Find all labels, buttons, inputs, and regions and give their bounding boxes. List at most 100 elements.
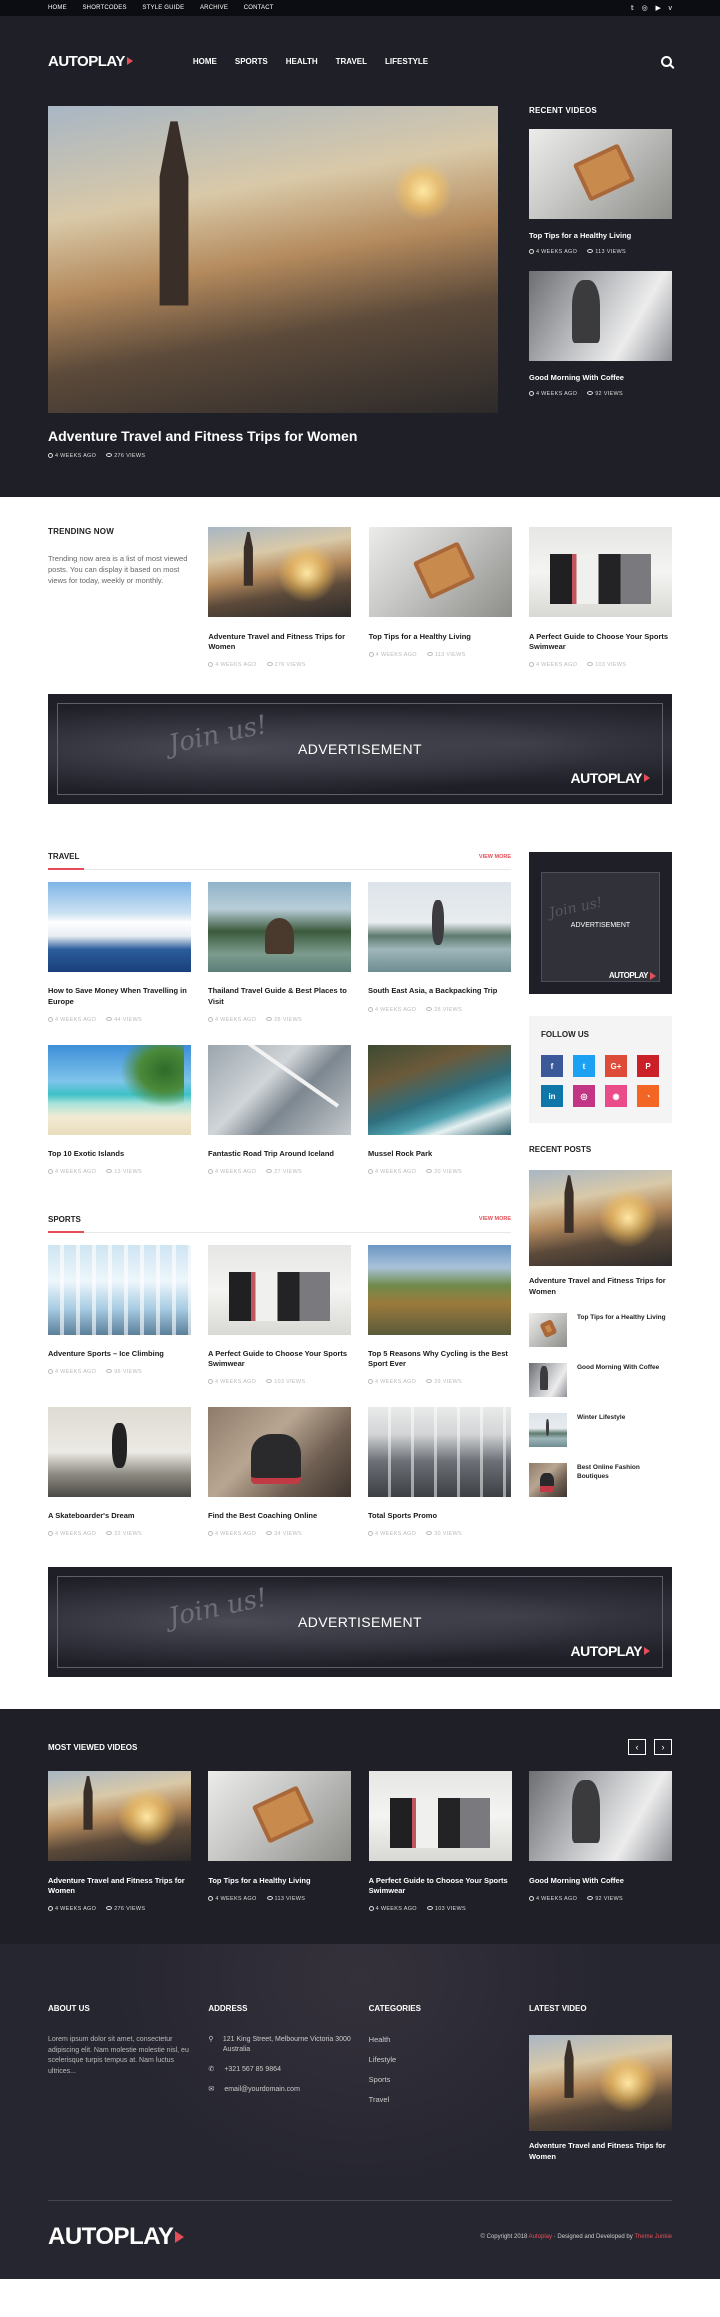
recent-post-item[interactable]: Top Tips for a Healthy Living	[529, 1312, 672, 1347]
card-image[interactable]	[368, 1044, 511, 1135]
recent-featured-title[interactable]: Adventure Travel and Fitness Trips for W…	[529, 1276, 672, 1296]
card-title[interactable]: Thailand Travel Guide & Best Places to V…	[208, 986, 351, 1006]
card-title[interactable]: Top 5 Reasons Why Cycling is the Best Sp…	[368, 1349, 511, 1369]
card-title[interactable]: Find the Best Coaching Online	[208, 1511, 351, 1521]
card-image[interactable]	[368, 1244, 511, 1335]
nav-lifestyle[interactable]: LIFESTYLE	[385, 57, 428, 66]
advertisement-banner[interactable]: Join us! ADVERTISEMENT AUTOPLAY	[48, 694, 672, 805]
category-link-lifestyle[interactable]: Lifestyle	[369, 2055, 512, 2064]
card-title[interactable]: Good Morning With Coffee	[529, 1876, 672, 1886]
recent-post-item[interactable]: Best Online Fashion Boutiques	[529, 1462, 672, 1497]
nav-sports[interactable]: SPORTS	[235, 57, 268, 66]
footer-logo[interactable]: AUTOPLAY	[48, 2223, 185, 2251]
view-more-link[interactable]: VIEW MORE	[479, 1216, 511, 1222]
nav-health[interactable]: HEALTH	[286, 57, 318, 66]
card-image[interactable]	[208, 1044, 351, 1135]
recent-post-item[interactable]: Good Morning With Coffee	[529, 1362, 672, 1397]
dribbble-icon[interactable]: ◉	[605, 1085, 627, 1108]
twitter-icon[interactable]: t	[573, 1055, 595, 1078]
next-arrow-icon[interactable]: ›	[654, 1739, 672, 1756]
video-thumbnail[interactable]	[529, 129, 672, 219]
card-title[interactable]: Mussel Rock Park	[368, 1149, 511, 1159]
instagram-icon[interactable]: ◎	[573, 1085, 595, 1108]
card-title[interactable]: A Perfect Guide to Choose Your Sports Sw…	[208, 1349, 351, 1369]
card-image[interactable]	[208, 1244, 351, 1335]
card-title[interactable]: A Perfect Guide to Choose Your Sports Sw…	[369, 1876, 512, 1896]
card-image[interactable]	[48, 1244, 191, 1335]
card-image[interactable]	[208, 1407, 351, 1498]
top-nav-home[interactable]: HOME	[48, 5, 67, 11]
card-image[interactable]	[368, 527, 512, 618]
card-title[interactable]: Top Tips for a Healthy Living	[369, 632, 512, 642]
card-title[interactable]: Fantastic Road Trip Around Iceland	[208, 1149, 351, 1159]
hero-image[interactable]	[48, 106, 498, 413]
vimeo-icon[interactable]: v	[669, 5, 673, 12]
card-image[interactable]	[48, 1407, 191, 1498]
card-image[interactable]	[48, 1771, 191, 1862]
instagram-icon[interactable]: ◎	[642, 5, 648, 12]
facebook-icon[interactable]: f	[541, 1055, 563, 1078]
card-image[interactable]	[48, 1044, 191, 1135]
recent-post-item[interactable]: Winter Lifestyle	[529, 1412, 672, 1447]
card-image[interactable]	[528, 1771, 672, 1862]
recent-featured-image[interactable]	[529, 1170, 672, 1267]
card-image[interactable]	[368, 1771, 512, 1862]
video-title[interactable]: Top Tips for a Healthy Living	[529, 231, 672, 241]
linkedin-icon[interactable]: in	[541, 1085, 563, 1108]
search-icon[interactable]	[661, 55, 672, 67]
youtube-icon[interactable]: ▶	[655, 5, 660, 12]
card-image[interactable]	[208, 527, 352, 618]
video-title[interactable]: Good Morning With Coffee	[529, 373, 672, 383]
brand-link[interactable]: Autoplay	[529, 2234, 552, 2240]
hero-title[interactable]: Adventure Travel and Fitness Trips for W…	[48, 427, 498, 445]
card-title[interactable]: How to Save Money When Travelling in Eur…	[48, 986, 191, 1006]
latest-video-title[interactable]: Adventure Travel and Fitness Trips for W…	[529, 2141, 672, 2161]
card-image[interactable]	[528, 527, 672, 618]
twitter-icon[interactable]: 𝕥	[631, 5, 634, 12]
view-more-link[interactable]: VIEW MORE	[479, 854, 511, 860]
recent-thumb[interactable]	[529, 1312, 567, 1347]
card-image[interactable]	[208, 882, 351, 973]
top-nav-shortcodes[interactable]: SHORTCODES	[82, 5, 126, 11]
recent-thumb[interactable]	[529, 1362, 567, 1397]
card-image[interactable]	[368, 882, 511, 973]
recent-post-title[interactable]: Winter Lifestyle	[577, 1413, 625, 1422]
card-title[interactable]: Adventure Travel and Fitness Trips for W…	[48, 1876, 191, 1896]
recent-post-title[interactable]: Top Tips for a Healthy Living	[577, 1313, 666, 1322]
card-image[interactable]	[368, 1407, 511, 1498]
advertisement-banner[interactable]: Join us! ADVERTISEMENT AUTOPLAY	[48, 1567, 672, 1678]
card-title[interactable]: Adventure Travel and Fitness Trips for W…	[208, 632, 351, 652]
video-thumbnail[interactable]	[529, 270, 672, 361]
card-title[interactable]: A Perfect Guide to Choose Your Sports Sw…	[529, 632, 672, 652]
category-link-sports[interactable]: Sports	[369, 2075, 512, 2084]
prev-arrow-icon[interactable]: ‹	[628, 1739, 646, 1756]
top-nav-archive[interactable]: ARCHIVE	[200, 5, 228, 11]
rss-icon[interactable]: ◔	[637, 1085, 659, 1108]
recent-thumb[interactable]	[529, 1412, 567, 1447]
card-title[interactable]: Top 10 Exotic Islands	[48, 1149, 191, 1159]
category-link-travel[interactable]: Travel	[369, 2095, 512, 2104]
recent-post-title[interactable]: Best Online Fashion Boutiques	[577, 1463, 672, 1481]
email-link[interactable]: email@yourdomain.com	[224, 2085, 300, 2095]
card-title[interactable]: A Skateboarder's Dream	[48, 1511, 191, 1521]
top-nav-contact[interactable]: CONTACT	[244, 5, 274, 11]
card-image[interactable]	[208, 1771, 352, 1862]
card-title[interactable]: Total Sports Promo	[368, 1511, 511, 1521]
nav-home[interactable]: HOME	[193, 57, 217, 66]
card-image[interactable]	[48, 882, 191, 973]
recent-thumb[interactable]	[529, 1462, 567, 1497]
card-title[interactable]: Adventure Sports – Ice Climbing	[48, 1349, 191, 1359]
sidebar-ad[interactable]: Join us! ADVERTISEMENT AUTOPLAY	[529, 852, 672, 995]
card-title[interactable]: Top Tips for a Healthy Living	[208, 1876, 351, 1886]
recent-post-title[interactable]: Good Morning With Coffee	[577, 1363, 659, 1372]
latest-video-thumbnail[interactable]	[528, 2035, 672, 2132]
category-link-health[interactable]: Health	[369, 2035, 512, 2044]
clock-icon	[208, 1531, 213, 1537]
google-plus-icon[interactable]: G+	[605, 1055, 627, 1078]
developer-link[interactable]: Theme Junkie	[634, 2234, 672, 2240]
top-nav-style-guide[interactable]: STYLE GUIDE	[142, 5, 184, 11]
site-logo[interactable]: AUTOPLAY	[48, 53, 133, 70]
card-title[interactable]: South East Asia, a Backpacking Trip	[368, 986, 511, 996]
pinterest-icon[interactable]: P	[637, 1055, 659, 1078]
nav-travel[interactable]: TRAVEL	[336, 57, 367, 66]
